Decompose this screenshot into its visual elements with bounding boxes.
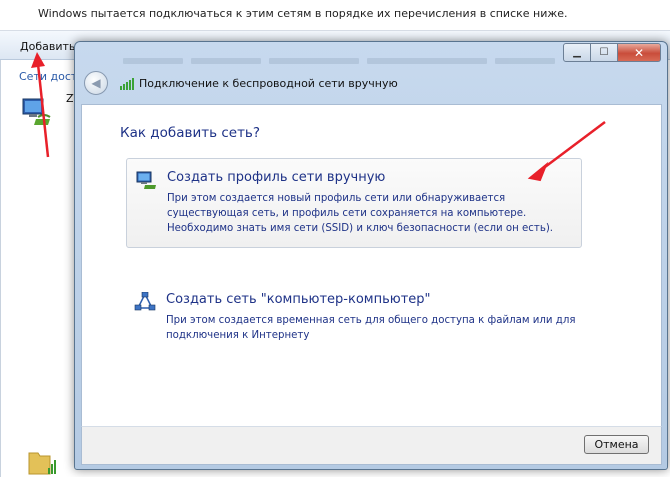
create-profile-description: При этом создается новый профиль сети ил…	[167, 193, 554, 234]
minimize-icon[interactable]: ▁	[563, 43, 591, 62]
adhoc-network-title[interactable]: Создать сеть "компьютер-компьютер"	[166, 292, 431, 307]
dialog-titlebar[interactable]: ▁ ☐ ✕	[75, 42, 667, 66]
manual-wireless-dialog: ▁ ☐ ✕ ◀ Подключение к беспроводной сети …	[74, 41, 668, 470]
adhoc-network-icon	[134, 292, 156, 311]
adhoc-network-option[interactable]: Создать сеть "компьютер-компьютер" При э…	[126, 281, 580, 369]
maximize-icon[interactable]: ☐	[591, 43, 618, 62]
dialog-content: Как добавить сеть? Создать профиль сети …	[81, 104, 662, 428]
create-profile-title[interactable]: Создать профиль сети вручную	[167, 170, 385, 185]
dialog-footer: Отмена	[81, 426, 662, 465]
cancel-button[interactable]: Отмена	[584, 435, 649, 454]
folder-signal-icon	[28, 452, 56, 475]
page-question: Как добавить сеть?	[120, 125, 261, 141]
network-computer-icon	[136, 171, 156, 189]
networks-section-label: Сети досту	[19, 70, 77, 83]
close-icon[interactable]: ✕	[618, 43, 661, 62]
network-computer-icon[interactable]	[20, 95, 52, 127]
faded-background-text	[123, 49, 593, 64]
back-arrow-icon[interactable]: ◀	[84, 71, 108, 95]
background-instruction: Windows пытается подключаться к этим сет…	[38, 7, 568, 20]
dialog-header: ◀ Подключение к беспроводной сети вручну…	[81, 66, 661, 104]
wireless-signal-icon	[120, 78, 134, 90]
background-left-edge	[0, 60, 1, 477]
create-profile-option[interactable]: Создать профиль сети вручную При этом со…	[126, 158, 582, 248]
add-network-button[interactable]: Добавить	[20, 40, 75, 53]
window-controls: ▁ ☐ ✕	[563, 43, 661, 62]
background-header: Windows пытается подключаться к этим сет…	[0, 0, 670, 31]
adhoc-network-description: При этом создается временная сеть для об…	[166, 315, 576, 341]
dialog-title: Подключение к беспроводной сети вручную	[139, 77, 398, 90]
